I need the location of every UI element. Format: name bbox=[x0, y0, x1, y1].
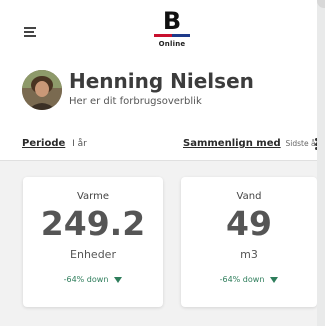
logo-letter: B bbox=[162, 7, 182, 35]
down-arrow-icon bbox=[270, 276, 279, 283]
top-bar: B Online bbox=[0, 0, 317, 62]
compare-filter[interactable]: Sammenlign med Sidste år bbox=[183, 138, 317, 149]
trend-indicator: -64% down bbox=[23, 275, 163, 284]
trend-text: -64% down bbox=[63, 275, 109, 284]
period-label[interactable]: Periode bbox=[22, 138, 65, 149]
period-filter[interactable]: Periode I år bbox=[22, 138, 87, 149]
period-value: I år bbox=[72, 139, 87, 149]
trend-indicator: -64% down bbox=[181, 275, 317, 284]
consumption-cards-area: Varme 249.2 Enheder -64% down Vand 49 m3… bbox=[0, 161, 317, 326]
profile-header: Henning Nielsen Her er dit forbrugsoverb… bbox=[0, 62, 317, 122]
kebab-menu-icon[interactable] bbox=[315, 138, 317, 150]
card-value: 249.2 bbox=[40, 204, 146, 243]
compare-label[interactable]: Sammenlign med bbox=[183, 138, 281, 149]
consumption-card-heat[interactable]: Varme 249.2 Enheder -64% down bbox=[23, 177, 163, 307]
window-corner bbox=[317, 0, 325, 8]
consumption-card-water[interactable]: Vand 49 m3 -64% down bbox=[181, 177, 317, 307]
user-name: Henning Nielsen bbox=[69, 69, 254, 93]
down-arrow-icon bbox=[114, 276, 123, 283]
brand-logo[interactable]: B Online bbox=[150, 7, 194, 48]
hamburger-menu-icon[interactable] bbox=[24, 27, 36, 37]
card-unit: Enheder bbox=[70, 248, 116, 261]
compare-value: Sidste år bbox=[285, 139, 317, 148]
app-screen: B Online Henning Nielsen Her er dit forb… bbox=[0, 0, 317, 326]
filter-row: Periode I år Sammenlign med Sidste år bbox=[0, 130, 317, 160]
avatar-image-icon bbox=[22, 70, 62, 110]
card-unit: m3 bbox=[240, 248, 258, 261]
logo-color-bar bbox=[154, 34, 190, 37]
trend-text: -64% down bbox=[219, 275, 265, 284]
avatar bbox=[22, 70, 62, 110]
card-value: 49 bbox=[226, 204, 272, 243]
overview-subtitle: Her er dit forbrugsoverblik bbox=[69, 96, 202, 107]
logo-subtext: Online bbox=[158, 40, 186, 48]
card-title: Vand bbox=[236, 191, 262, 202]
card-title: Varme bbox=[76, 191, 110, 202]
